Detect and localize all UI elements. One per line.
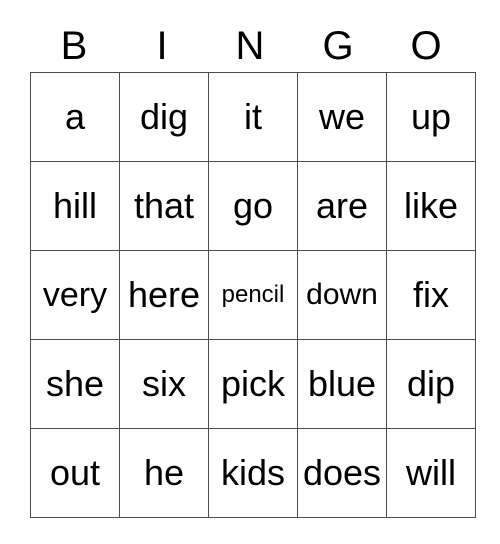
bingo-cell[interactable]: pick	[208, 339, 298, 429]
bingo-row: hill that go are like	[30, 161, 476, 251]
bingo-cell-text: down	[306, 278, 378, 311]
bingo-cell[interactable]: up	[386, 72, 476, 162]
bingo-cell[interactable]: does	[297, 428, 387, 518]
bingo-cell[interactable]: down	[297, 250, 387, 340]
bingo-cell[interactable]: very	[30, 250, 120, 340]
bingo-cell[interactable]: fix	[386, 250, 476, 340]
bingo-row: very here pencil down fix	[30, 250, 476, 340]
bingo-cell-text: she	[45, 363, 105, 404]
bingo-cell[interactable]: dip	[386, 339, 476, 429]
bingo-cell[interactable]: like	[386, 161, 476, 251]
bingo-cell[interactable]: she	[30, 339, 120, 429]
bingo-cell[interactable]: it	[208, 72, 298, 162]
bingo-cell-text: will	[406, 452, 456, 493]
bingo-cell[interactable]: hill	[30, 161, 120, 251]
bingo-cell-text: very	[42, 276, 108, 314]
bingo-cell-text: dip	[406, 363, 456, 404]
bingo-cell-text: pencil	[221, 281, 285, 308]
bingo-cell-text: are	[315, 185, 369, 226]
bingo-header-letter-o: O	[410, 24, 442, 68]
bingo-cell-text: like	[403, 185, 459, 226]
bingo-cell[interactable]: dig	[119, 72, 209, 162]
bingo-grid: a dig it we up hill that go are like ver…	[30, 72, 476, 518]
bingo-cell-text: it	[244, 96, 262, 137]
bingo-cell[interactable]: out	[30, 428, 120, 518]
bingo-cell-text: go	[232, 185, 274, 226]
bingo-cell-text: blue	[307, 363, 377, 404]
bingo-cell-text: we	[318, 96, 366, 137]
bingo-cell-text: here	[127, 274, 201, 315]
bingo-cell[interactable]: here	[119, 250, 209, 340]
bingo-cell[interactable]: that	[119, 161, 209, 251]
bingo-cell-text: out	[49, 452, 101, 493]
bingo-cell[interactable]: are	[297, 161, 387, 251]
bingo-row: she six pick blue dip	[30, 339, 476, 429]
bingo-cell-text: up	[410, 96, 452, 137]
bingo-header-letter-n: N	[235, 24, 265, 68]
bingo-header-row: B I N G O	[30, 20, 470, 72]
bingo-row: a dig it we up	[30, 72, 476, 162]
bingo-row: out he kids does will	[30, 428, 476, 518]
bingo-cell[interactable]: he	[119, 428, 209, 518]
bingo-cell-text: that	[133, 185, 195, 226]
bingo-cell-text: he	[143, 452, 185, 493]
bingo-cell[interactable]: a	[30, 72, 120, 162]
bingo-cell[interactable]: go	[208, 161, 298, 251]
bingo-cell[interactable]: blue	[297, 339, 387, 429]
bingo-cell[interactable]: six	[119, 339, 209, 429]
bingo-header-letter-i: I	[156, 24, 168, 68]
bingo-cell-text: a	[64, 96, 86, 137]
bingo-header-letter-g: G	[322, 24, 354, 68]
bingo-cell-text: pick	[220, 363, 286, 404]
bingo-cell-text: fix	[413, 274, 449, 315]
bingo-cell-text: six	[142, 363, 186, 404]
bingo-card: B I N G O a dig it we up hill that go ar…	[30, 20, 476, 518]
bingo-cell[interactable]: will	[386, 428, 476, 518]
bingo-cell[interactable]: pencil	[208, 250, 298, 340]
bingo-cell[interactable]: kids	[208, 428, 298, 518]
bingo-cell-text: does	[302, 452, 382, 493]
bingo-cell-text: dig	[139, 96, 189, 137]
bingo-header-letter-b: B	[60, 24, 88, 68]
bingo-cell[interactable]: we	[297, 72, 387, 162]
bingo-cell-text: hill	[52, 185, 97, 226]
bingo-cell-text: kids	[220, 452, 286, 493]
